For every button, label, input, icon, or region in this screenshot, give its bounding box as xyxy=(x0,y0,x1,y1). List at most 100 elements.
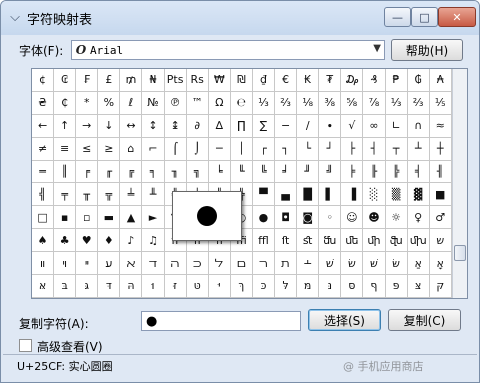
character-cell[interactable]: ﬡ xyxy=(120,252,143,276)
character-cell[interactable]: ╜ xyxy=(297,160,320,184)
character-cell[interactable]: ﬕ xyxy=(363,229,386,253)
character-cell[interactable]: ךּ xyxy=(230,275,253,298)
character-cell[interactable]: ױ xyxy=(54,252,77,276)
character-cell[interactable]: ﬆ xyxy=(297,229,320,253)
character-cell[interactable]: ⅛ xyxy=(297,91,320,115)
character-cell[interactable]: ┌ xyxy=(252,137,276,161)
character-cell[interactable]: ∩ xyxy=(407,114,430,138)
character-cell[interactable]: ▓ xyxy=(407,183,430,207)
character-cell[interactable]: − xyxy=(275,114,298,138)
character-cell[interactable]: ℮ xyxy=(230,91,253,115)
character-cell[interactable]: ┐ xyxy=(275,137,298,161)
character-cell[interactable]: ⌂ xyxy=(120,137,143,161)
character-cell[interactable]: ║ xyxy=(54,160,77,184)
maximize-button[interactable]: □ xyxy=(411,7,438,27)
character-cell[interactable]: ℗ xyxy=(164,91,187,115)
character-cell[interactable]: ♪ xyxy=(120,229,143,253)
character-cell[interactable]: ףּ xyxy=(363,275,386,298)
character-cell[interactable]: ₫ xyxy=(252,69,276,92)
character-cell[interactable]: ┤ xyxy=(363,137,386,161)
character-cell[interactable]: Rs xyxy=(186,69,209,92)
character-cell[interactable]: ╒ xyxy=(76,160,99,184)
character-cell[interactable]: ╥ xyxy=(76,183,99,207)
character-cell[interactable]: ↨ xyxy=(164,114,187,138)
character-cell[interactable]: פּ xyxy=(385,275,408,298)
character-cell[interactable]: ▄ xyxy=(275,183,298,207)
character-cell[interactable]: לּ xyxy=(275,275,298,298)
character-cell[interactable]: ∙ xyxy=(319,114,342,138)
select-button[interactable]: 选择(S) xyxy=(308,309,381,331)
character-cell[interactable]: Pts xyxy=(164,69,187,92)
character-cell[interactable]: וּ xyxy=(142,275,165,298)
character-cell[interactable]: ┼ xyxy=(429,137,452,161)
character-cell[interactable]: ₦ xyxy=(142,69,165,92)
character-cell[interactable]: ◦ xyxy=(319,206,342,230)
character-cell[interactable]: ⌠ xyxy=(164,137,187,161)
character-cell[interactable]: ↑ xyxy=(54,114,77,138)
character-cell[interactable]: ⅔ xyxy=(407,91,430,115)
character-cell[interactable]: ⌡ xyxy=(186,137,209,161)
character-cell[interactable]: ∂ xyxy=(186,114,209,138)
character-cell[interactable]: ╓ xyxy=(98,160,121,184)
character-cell[interactable]: ⅝ xyxy=(341,91,364,115)
character-cell[interactable]: ⅔ xyxy=(275,91,298,115)
character-cell[interactable]: שׂ xyxy=(341,252,364,276)
character-cell[interactable]: ∏ xyxy=(230,114,253,138)
character-cell[interactable]: ₪ xyxy=(230,69,253,92)
minimize-button[interactable]: — xyxy=(384,7,411,27)
character-cell[interactable]: ─ xyxy=(208,137,231,161)
character-cell[interactable]: ⅕ xyxy=(429,91,452,115)
character-cell[interactable]: ◘ xyxy=(275,206,298,230)
character-cell[interactable]: ≥ xyxy=(98,137,121,161)
character-cell[interactable]: ₵ xyxy=(54,91,77,115)
character-cell[interactable]: ≡ xyxy=(54,137,77,161)
character-cell[interactable]: ↓ xyxy=(98,114,121,138)
character-cell[interactable]: קּ xyxy=(429,275,452,298)
character-cell[interactable]: ﬤ xyxy=(186,252,209,276)
character-cell[interactable]: װ xyxy=(32,252,55,276)
character-cell[interactable]: צּ xyxy=(407,275,430,298)
character-cell[interactable]: ₱ xyxy=(385,69,408,92)
character-cell[interactable]: ₭ xyxy=(297,69,320,92)
character-cell[interactable]: סּ xyxy=(341,275,364,298)
character-cell[interactable]: מּ xyxy=(297,275,320,298)
character-cell[interactable]: ₢ xyxy=(54,69,77,92)
character-cell[interactable]: ≤ xyxy=(76,137,99,161)
character-cell[interactable]: אּ xyxy=(32,275,55,298)
character-cell[interactable]: ₩ xyxy=(208,69,231,92)
character-cell[interactable]: ╡ xyxy=(407,160,430,184)
character-cell[interactable]: ▀ xyxy=(252,183,276,207)
character-cell[interactable]: ═ xyxy=(32,160,55,184)
character-cell[interactable]: בּ xyxy=(54,275,77,298)
character-cell[interactable]: ╞ xyxy=(341,160,364,184)
character-cell[interactable]: ╢ xyxy=(429,160,452,184)
character-cell[interactable]: ┘ xyxy=(319,137,342,161)
character-cell[interactable]: ↕ xyxy=(142,114,165,138)
character-cell[interactable]: ﬄ xyxy=(252,229,276,253)
character-cell[interactable]: ₳ xyxy=(429,69,452,92)
character-cell[interactable]: ≈ xyxy=(429,114,452,138)
character-cell[interactable]: ╦ xyxy=(98,183,121,207)
character-cell[interactable]: → xyxy=(76,114,99,138)
character-cell[interactable]: ₲ xyxy=(407,69,430,92)
character-cell[interactable]: ﬦ xyxy=(230,252,253,276)
character-cell[interactable]: ╤ xyxy=(54,183,77,207)
character-cell[interactable]: £ xyxy=(98,69,121,92)
character-cell[interactable]: ╗ xyxy=(186,160,209,184)
character-cell[interactable]: ← xyxy=(32,114,55,138)
character-cell[interactable]: ∑ xyxy=(252,114,276,138)
character-cell[interactable]: ■ xyxy=(429,183,452,207)
advanced-view-checkbox[interactable] xyxy=(19,339,32,352)
character-cell[interactable]: ▫ xyxy=(76,206,99,230)
character-cell[interactable]: זּ xyxy=(164,275,187,298)
character-cell[interactable]: שׁ xyxy=(319,252,342,276)
character-cell[interactable]: ∟ xyxy=(385,114,408,138)
character-cell[interactable]: ﬢ xyxy=(142,252,165,276)
chevron-down-icon[interactable]: ▼ xyxy=(373,43,381,54)
character-cell[interactable]: ﬗ xyxy=(407,229,430,253)
character-cell[interactable]: ♠ xyxy=(32,229,55,253)
character-cell[interactable]: ▪ xyxy=(54,206,77,230)
scrollbar-thumb[interactable] xyxy=(454,245,466,261)
character-cell[interactable]: יּ xyxy=(208,275,231,298)
character-cell[interactable]: ╚ xyxy=(252,160,276,184)
